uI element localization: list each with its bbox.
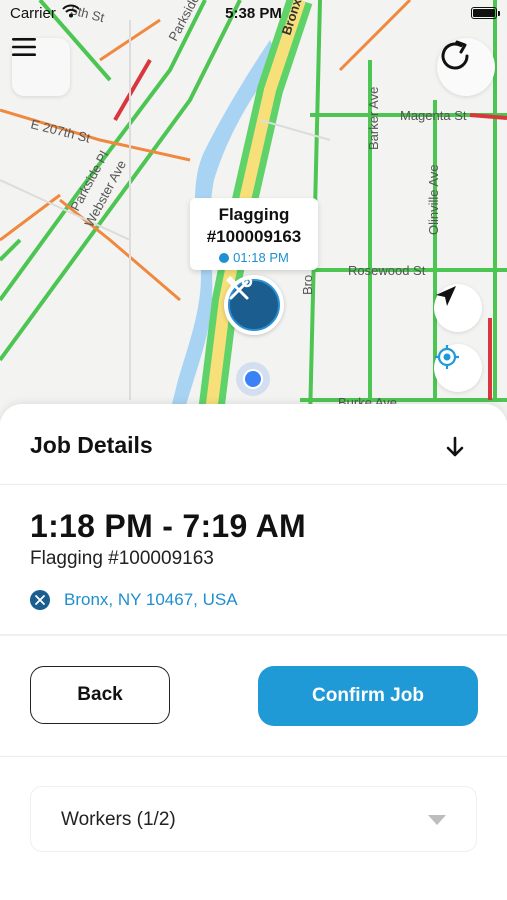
street-label: Olinville Ave <box>426 164 441 235</box>
caret-down-icon <box>428 815 446 825</box>
job-location[interactable]: Bronx, NY 10467, USA <box>30 590 238 610</box>
divider <box>0 634 507 636</box>
status-time: 5:38 PM <box>225 5 282 22</box>
locate-me-button[interactable] <box>434 344 482 392</box>
sheet-title: Job Details <box>30 432 153 458</box>
map-view[interactable]: E 207th St Parkside Pl Webster Ave Parks… <box>0 0 507 420</box>
hamburger-icon <box>12 38 36 56</box>
back-button[interactable]: Back <box>30 666 170 724</box>
callout-title: Flagging #100009163 <box>206 205 302 246</box>
navigation-arrow-icon <box>436 286 456 306</box>
street-label: Barker Ave <box>366 87 381 150</box>
refresh-button[interactable] <box>437 38 495 96</box>
crosshair-icon <box>435 345 459 369</box>
street-label: Magenta St <box>400 108 467 123</box>
job-details-sheet: Job Details 1:18 PM - 7:19 AM Flagging #… <box>0 404 507 900</box>
job-marker-pin[interactable] <box>224 275 284 335</box>
street-label: Bro <box>300 275 315 295</box>
status-bar: Carrier 5:38 PM <box>0 0 507 28</box>
callout-time: 01:18 PM <box>190 250 318 265</box>
tools-icon <box>30 590 50 610</box>
battery-icon <box>471 7 500 19</box>
street-label: Rosewood St <box>348 263 426 278</box>
tools-icon <box>226 276 253 300</box>
refresh-icon <box>441 40 469 70</box>
confirm-job-button[interactable]: Confirm Job <box>258 666 478 726</box>
job-marker-callout[interactable]: Flagging #100009163 01:18 PM <box>190 198 318 270</box>
clock-icon <box>219 252 230 263</box>
sheet-header: Job Details <box>0 404 507 485</box>
job-name: Flagging #100009163 <box>30 548 214 569</box>
current-location-dot <box>236 362 270 396</box>
location-address: Bronx, NY 10467, USA <box>64 590 238 609</box>
navigate-button[interactable] <box>434 284 482 332</box>
job-time-range: 1:18 PM - 7:19 AM <box>30 508 306 544</box>
collapse-sheet-button[interactable] <box>440 432 470 462</box>
arrow-down-icon <box>446 436 464 457</box>
menu-button[interactable] <box>12 38 70 96</box>
workers-dropdown[interactable]: Workers (1/2) <box>30 786 477 852</box>
workers-label: Workers (1/2) <box>61 809 176 830</box>
divider <box>0 756 507 757</box>
